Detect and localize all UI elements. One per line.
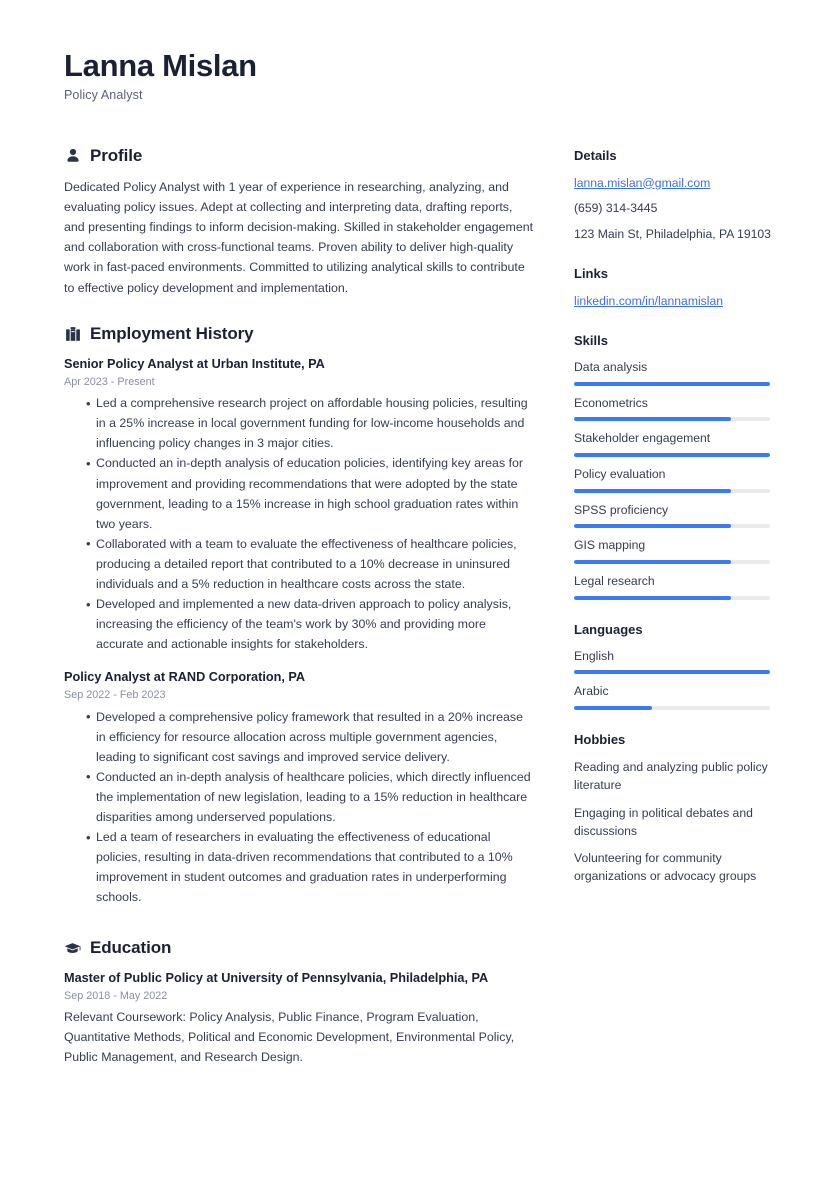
list-item: Developed and implemented a new data-dri… [86, 594, 534, 654]
resume-columns: Profile Dedicated Policy Analyst with 1 … [64, 146, 777, 1094]
profile-section-title: Profile [90, 145, 143, 165]
hobby-item: Engaging in political debates and discus… [574, 805, 753, 838]
list-item: Led a team of researchers in evaluating … [86, 827, 534, 907]
email-link[interactable]: lanna.mislan@gmail.com [574, 174, 789, 193]
education-entry-description: Relevant Coursework: Policy Analysis, Pu… [64, 1010, 515, 1065]
section-profile: Profile Dedicated Policy Analyst with 1 … [64, 146, 534, 298]
hobby-item: Reading and analyzing public policy lite… [574, 759, 768, 793]
skill-level-fill [574, 560, 731, 565]
skill-item: Policy evaluation [574, 466, 789, 493]
skill-level-fill [574, 488, 731, 493]
skill-level-track [574, 417, 770, 422]
employment-section-title: Employment History [90, 323, 254, 343]
skill-level-fill [574, 595, 731, 600]
languages-title: Languages [574, 621, 643, 637]
skill-label: Econometrics [574, 395, 648, 410]
skill-label: Data analysis [574, 359, 648, 374]
skill-item: Econometrics [574, 395, 789, 422]
address-text: 123 Main St, Philadelphia, PA 19103 [574, 227, 771, 242]
employment-entry-date: Apr 2023 - Present [64, 376, 155, 389]
user-icon [64, 147, 81, 164]
skill-item: SPSS proficiency [574, 502, 789, 529]
skill-item: Stakeholder engagement [574, 430, 789, 457]
skill-level-fill [574, 524, 731, 529]
education-entry-date: Sep 2018 - May 2022 [64, 990, 168, 1002]
candidate-name: Lanna Mislan [64, 48, 257, 83]
language-level-fill [574, 706, 653, 711]
skill-item: Legal research [574, 573, 789, 600]
language-item: Arabic [574, 683, 789, 711]
skill-level-fill [574, 453, 770, 457]
education-section-title: Education [90, 937, 172, 957]
skill-label: GIS mapping [574, 538, 646, 553]
employment-entry-date: Sep 2022 - Feb 2023 [64, 689, 166, 702]
links-title: Links [574, 266, 608, 282]
skill-label: Stakeholder engagement [574, 431, 711, 446]
resume-page: Lanna Mislan Policy Analyst Profile Dedi… [0, 0, 833, 1178]
resume-header: Lanna Mislan Policy Analyst [64, 48, 777, 102]
profile-section-header: Profile [64, 146, 534, 166]
main-column: Profile Dedicated Policy Analyst with 1 … [64, 146, 534, 1094]
sidebar-details-block: Details lanna.mislan@gmail.com (659) 314… [574, 148, 789, 245]
skill-level-fill [574, 381, 770, 386]
sidebar-column: Details lanna.mislan@gmail.com (659) 314… [574, 146, 789, 908]
sidebar-links-block: Links linkedin.com/in/lannamislan [574, 266, 789, 311]
skill-level-track [574, 488, 770, 493]
candidate-job-title: Policy Analyst [64, 87, 143, 102]
skill-level-track [574, 595, 770, 600]
phone-text: (659) 314-3445 [574, 201, 658, 216]
details-title: Details [574, 147, 617, 163]
employment-entry-title: Policy Analyst at RAND Corporation, PA [64, 670, 306, 685]
sidebar-skills-block: Skills Data analysis Econometrics Stakeh… [574, 333, 789, 600]
skill-item: Data analysis [574, 359, 789, 386]
employment-entry-bullets: Developed a comprehensive policy framewo… [64, 706, 534, 908]
list-item: Developed a comprehensive policy framewo… [86, 706, 534, 767]
list-item: Conducted an in-depth analysis of health… [86, 766, 534, 827]
employment-entry: Policy Analyst at RAND Corporation, PA S… [64, 668, 534, 907]
linkedin-link[interactable]: linkedin.com/in/lannamislan [574, 292, 789, 311]
employment-entry-title: Senior Policy Analyst at Urban Institute… [64, 356, 325, 371]
language-level-fill [574, 670, 770, 675]
language-level-track [574, 670, 770, 675]
skill-level-fill [574, 417, 731, 422]
education-section-header: Education [64, 938, 534, 958]
list-item: Conducted an in-depth analysis of educat… [86, 453, 534, 533]
skill-item: GIS mapping [574, 537, 789, 565]
sidebar-languages-block: Languages English Arabic [574, 621, 789, 711]
hobby-item: Volunteering for community organizations… [574, 851, 757, 884]
skill-label: Policy evaluation [574, 467, 666, 481]
skill-level-track [574, 560, 770, 565]
employment-entry-bullets: Led a comprehensive research project on … [64, 393, 534, 654]
list-item: Led a comprehensive research project on … [86, 393, 534, 453]
skill-level-track [574, 381, 770, 386]
language-item: English [574, 648, 789, 675]
section-employment-history: Employment History Senior Policy Analyst… [64, 324, 534, 908]
employment-entry: Senior Policy Analyst at Urban Institute… [64, 355, 534, 654]
hobbies-title: Hobbies [574, 732, 626, 748]
skill-label: Legal research [574, 574, 655, 589]
language-level-track [574, 706, 770, 711]
briefcase-icon [64, 325, 81, 342]
skills-title: Skills [574, 333, 608, 349]
graduation-cap-icon [64, 939, 81, 956]
education-entry: Master of Public Policy at University of… [64, 969, 534, 1068]
education-entry-title: Master of Public Policy at University of… [64, 970, 489, 985]
skill-level-track [574, 524, 770, 529]
skill-label: SPSS proficiency [574, 502, 669, 517]
profile-summary-text: Dedicated Policy Analyst with 1 year of … [64, 180, 534, 295]
language-label: English [574, 648, 614, 663]
list-item: Collaborated with a team to evaluate the… [86, 533, 534, 594]
sidebar-hobbies-block: Hobbies Reading and analyzing public pol… [574, 732, 789, 886]
language-label: Arabic [574, 684, 609, 699]
skill-level-track [574, 453, 770, 457]
section-education: Education Master of Public Policy at Uni… [64, 938, 534, 1068]
employment-section-header: Employment History [64, 324, 534, 344]
